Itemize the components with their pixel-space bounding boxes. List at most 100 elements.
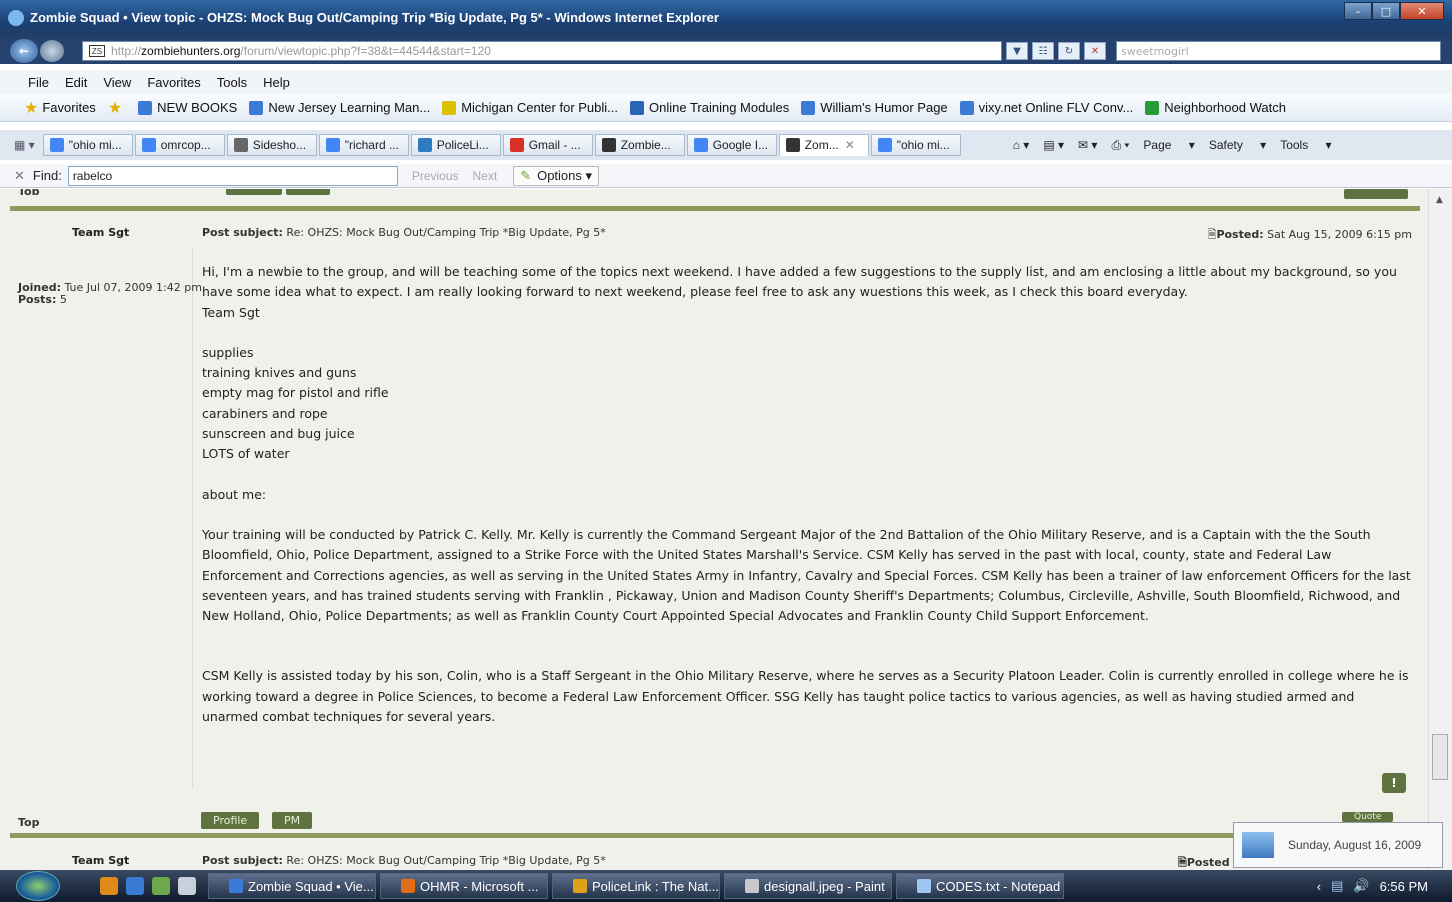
tab-label: "ohio mi... (68, 138, 122, 152)
browser-tab[interactable]: omrcop... (134, 134, 225, 156)
quote-button[interactable]: Quote (1342, 812, 1394, 822)
taskbar-item[interactable]: OHMR - Microsoft ... (380, 873, 548, 899)
browser-tab-active[interactable]: Zom... ✕ (778, 134, 869, 156)
network-icon[interactable]: ▤ (1331, 878, 1343, 894)
bio-paragraph-2: CSM Kelly is assisted today by his son, … (202, 668, 1409, 725)
compat-icon[interactable]: ☷ (1032, 42, 1054, 60)
tab-icon (325, 138, 340, 152)
favorite-link[interactable]: Michigan Center for Publi... (442, 100, 618, 115)
browser-tab[interactable]: Google I... (686, 134, 777, 156)
mail-icon[interactable]: ✉ ▾ (1078, 138, 1097, 152)
menu-tools[interactable]: Tools (217, 75, 247, 90)
menu-help[interactable]: Help (263, 75, 290, 90)
minimize-button[interactable]: – (1344, 2, 1372, 20)
forward-button[interactable] (40, 40, 64, 62)
refresh-icon[interactable]: ↻ (1058, 42, 1080, 60)
pm-button-partial[interactable] (286, 189, 330, 195)
search-input[interactable]: sweetmogirl (1116, 41, 1441, 61)
menu-file[interactable]: File (28, 75, 49, 90)
calendar-icon (1242, 832, 1274, 858)
next-post-author[interactable]: Team Sgt (72, 854, 129, 867)
browser-tab[interactable]: Gmail - ... (502, 134, 593, 156)
pm-button[interactable]: PM (272, 812, 313, 829)
favorites-button[interactable]: ★ Favorites (24, 98, 96, 118)
supply-item: carabiners and rope (202, 405, 328, 421)
tab-icon (141, 138, 156, 152)
link-icon (801, 100, 816, 115)
menu-favorites[interactable]: Favorites (147, 75, 200, 90)
find-input[interactable]: rabelco (67, 165, 398, 186)
browser-tab[interactable]: Zombie... (594, 134, 685, 156)
browser-tab[interactable]: "ohio mi... (870, 134, 961, 156)
profile-button[interactable]: Profile (201, 812, 260, 829)
browser-tab[interactable]: Sidesho... (226, 134, 317, 156)
tab-label: omrcop... (160, 138, 211, 152)
feeds-icon[interactable]: ▤ ▾ (1043, 138, 1064, 152)
vertical-scrollbar[interactable]: ▲ (1428, 189, 1452, 870)
home-icon[interactable]: ⌂ ▾ (1013, 138, 1030, 152)
print-icon[interactable]: ⎙ ▾ (1111, 138, 1129, 153)
url-input[interactable]: ZS http://zombiehunters.org/forum/viewto… (82, 41, 1002, 61)
find-previous-button[interactable]: Previous (412, 169, 459, 183)
top-link-partial[interactable]: Top (18, 189, 39, 195)
favorite-link[interactable]: New Jersey Learning Man... (249, 100, 430, 115)
supply-item: LOTS of water (202, 446, 290, 462)
browser-tab[interactable]: "richard ... (318, 134, 409, 156)
favorite-link[interactable]: Neighborhood Watch (1145, 100, 1286, 115)
profile-button-partial[interactable] (226, 189, 282, 195)
close-find-icon[interactable]: ✕ (14, 168, 25, 184)
post-intro: Hi, I'm a newbie to the group, and will … (202, 264, 1397, 300)
ie-icon[interactable] (126, 877, 144, 895)
tab-icon (233, 138, 248, 152)
favorite-link[interactable]: Online Training Modules (630, 100, 789, 115)
browser-tab[interactable]: PoliceLi... (410, 134, 501, 156)
post-icon: 🗎 (1178, 856, 1187, 869)
tray-expand-icon[interactable]: ‹ (1317, 879, 1321, 894)
tab-icon (417, 138, 432, 152)
posted-label: Posted: (1216, 228, 1264, 241)
safety-menu[interactable]: Safety ▾ (1209, 138, 1266, 152)
top-link[interactable]: Top (18, 816, 39, 829)
maximize-button[interactable]: □ (1372, 2, 1400, 20)
quick-tabs-icon[interactable]: ▦ ▾ (14, 138, 35, 152)
browser-tab[interactable]: "ohio mi... (42, 134, 133, 156)
menu-edit[interactable]: Edit (65, 75, 87, 90)
post-author[interactable]: Team Sgt (72, 226, 129, 239)
favorite-link[interactable]: vixy.net Online FLV Conv... (959, 100, 1133, 115)
dropdown-icon[interactable]: ▼ (1006, 42, 1028, 60)
next-posted-label: Posted (1186, 856, 1230, 869)
quote-button-partial[interactable] (1344, 189, 1408, 199)
stop-icon[interactable]: ✕ (1084, 42, 1106, 60)
find-options-button[interactable]: ✎ Options ▾ (513, 165, 600, 186)
taskbar-item[interactable]: Zombie Squad • Vie... (208, 873, 376, 899)
taskbar-item[interactable]: PoliceLink : The Nat... (552, 873, 720, 899)
task-label: CODES.txt - Notepad (936, 878, 1061, 894)
close-tab-icon[interactable]: ✕ (845, 138, 855, 152)
menu-view[interactable]: View (103, 75, 131, 90)
volume-icon[interactable]: 🔊 (1353, 878, 1369, 894)
close-button[interactable]: ✕ (1400, 2, 1444, 20)
clock[interactable]: 6:56 PM (1380, 879, 1428, 894)
scroll-up-arrow[interactable]: ▲ (1436, 195, 1443, 205)
supply-item: sunscreen and bug juice (202, 426, 355, 442)
scroll-thumb[interactable] (1432, 734, 1448, 780)
task-icon (229, 879, 243, 893)
find-next-button[interactable]: Next (473, 169, 498, 183)
start-button[interactable] (16, 871, 60, 901)
taskbar-item[interactable]: designall.jpeg - Paint (724, 873, 892, 899)
outlook-icon[interactable] (100, 877, 118, 895)
favorite-link[interactable]: William's Humor Page (801, 100, 948, 115)
taskbar-item[interactable]: CODES.txt - Notepad (896, 873, 1064, 899)
tools-menu[interactable]: Tools ▾ (1280, 138, 1331, 152)
url-path: /forum/viewtopic.php?f=38&t=44544&start=… (240, 44, 491, 58)
desktop-icon[interactable] (178, 877, 196, 895)
favorite-link[interactable]: NEW BOOKS (138, 100, 237, 115)
tab-label: "ohio mi... (896, 138, 950, 152)
add-favorite-icon[interactable]: ★ (108, 98, 126, 118)
post-signature: Team Sgt (202, 304, 260, 320)
app-icon[interactable] (152, 877, 170, 895)
back-button[interactable]: ← (10, 39, 38, 63)
favorite-label: Online Training Modules (649, 100, 790, 115)
report-post-icon[interactable]: ! (1382, 773, 1406, 793)
page-menu[interactable]: Page ▾ (1143, 138, 1194, 152)
